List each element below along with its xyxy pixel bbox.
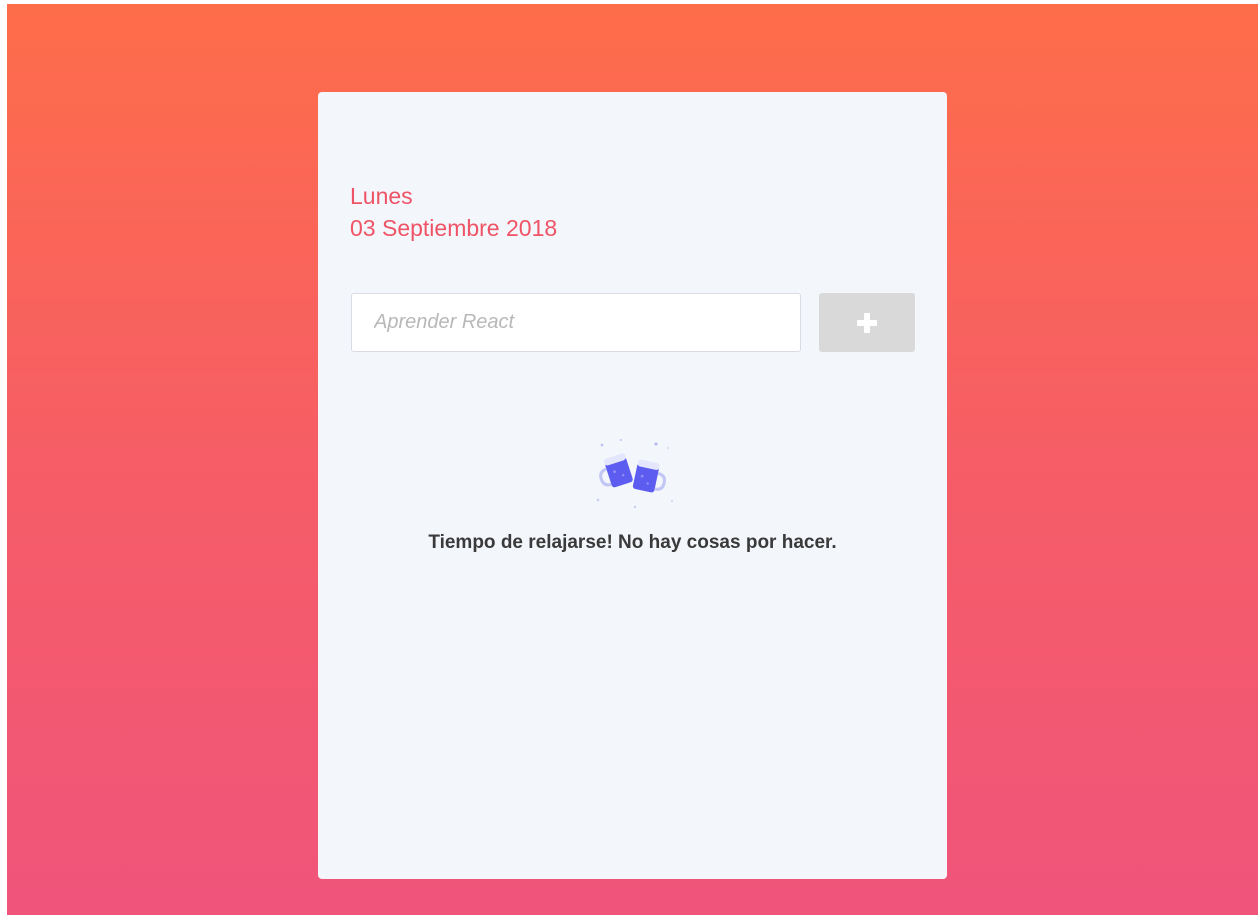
todo-card: Lunes 03 Septiembre 2018 Aprender React …: [318, 92, 947, 879]
date-full: 03 Septiembre 2018: [350, 215, 558, 241]
app-background: Lunes 03 Septiembre 2018 Aprender React …: [7, 4, 1258, 915]
add-task-button[interactable]: [819, 293, 915, 352]
new-task-input[interactable]: [351, 293, 801, 352]
plus-icon: [857, 312, 877, 333]
empty-state-message: Tiempo de relajarse! No hay cosas por ha…: [428, 532, 837, 553]
date-day: Lunes: [350, 183, 413, 209]
beer-mugs-cheers-icon: [588, 437, 678, 512]
